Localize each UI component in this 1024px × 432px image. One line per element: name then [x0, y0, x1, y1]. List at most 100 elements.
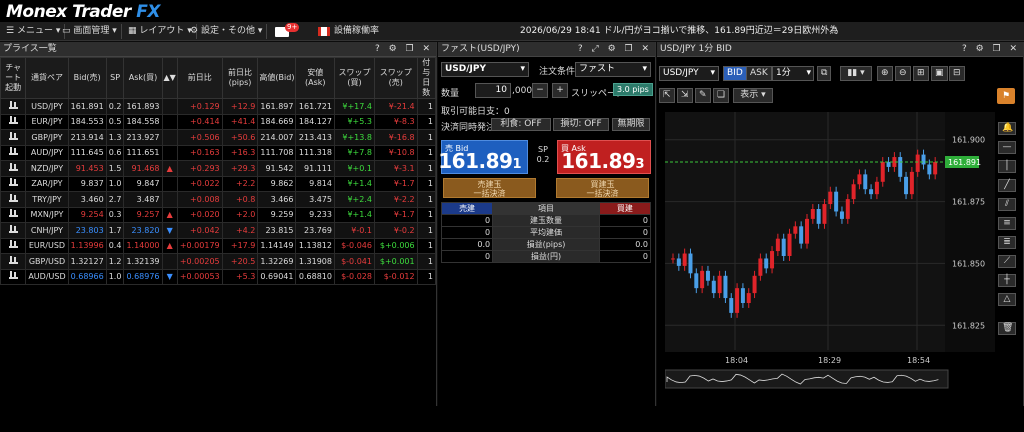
- column-header[interactable]: 付与日数: [416, 57, 437, 99]
- bid-toggle[interactable]: BID: [723, 66, 747, 81]
- price-row[interactable]: USD/JPY 161.891 0.2 161.893 +0.129 +12.9 161.8…: [0, 98, 437, 115]
- trendline-icon[interactable]: ╱: [998, 179, 1016, 192]
- price-row[interactable]: MXN/JPY 9.254 0.3 9.257 ▲ +0.020 +2.0 9.259 9.23…: [0, 206, 437, 223]
- copy-icon[interactable]: ❏: [713, 88, 730, 103]
- column-header[interactable]: 高値(Bid): [257, 57, 297, 99]
- fullscreen-icon[interactable]: ▣: [931, 66, 948, 81]
- chart-launch-icon[interactable]: [0, 113, 27, 130]
- fib-icon[interactable]: ≡: [998, 217, 1016, 230]
- column-header[interactable]: Bid(売): [67, 57, 107, 99]
- pattern-icon[interactable]: ⟋: [998, 255, 1016, 268]
- column-header[interactable]: 前日比(pips): [221, 57, 259, 99]
- interval-select[interactable]: 1分 ▾: [772, 66, 814, 81]
- ask-cell[interactable]: 161.893: [123, 98, 163, 115]
- order-cond-select[interactable]: ファスト ▾: [575, 62, 651, 77]
- bid-cell[interactable]: 9.837: [67, 175, 107, 192]
- chart-launch-icon[interactable]: [0, 253, 27, 270]
- column-header[interactable]: Ask(買): [123, 57, 163, 99]
- split-icon[interactable]: ⊟: [949, 66, 965, 81]
- candlestick-chart[interactable]: 161.900 161.875 161.850 161.825 18:04 18:29 18…: [665, 112, 1010, 412]
- chart-launch-icon[interactable]: [0, 237, 27, 254]
- column-header[interactable]: チャート起動: [0, 57, 27, 99]
- qty-input[interactable]: 10: [475, 83, 511, 98]
- chart-launch-icon[interactable]: [0, 191, 27, 208]
- stop-loss-button[interactable]: 損切: OFF: [553, 118, 609, 131]
- mail-button[interactable]: 9+: [272, 23, 300, 40]
- column-header[interactable]: 安値(Ask): [295, 57, 335, 99]
- ask-cell[interactable]: 184.558: [123, 113, 163, 130]
- hline-icon[interactable]: —: [998, 141, 1016, 154]
- edit-icon[interactable]: ✎: [695, 88, 711, 103]
- qty-minus-button[interactable]: −: [532, 83, 548, 98]
- unlimited-button[interactable]: 無期限: [612, 118, 650, 131]
- price-row[interactable]: TRY/JPY 3.460 2.7 3.487 +0.008 +0.8 3.466 3.475…: [0, 191, 437, 208]
- settings-button[interactable]: ⚙ 設定・その他 ▾: [186, 24, 268, 39]
- column-header[interactable]: スワップ(売): [373, 57, 418, 99]
- levels-icon[interactable]: ≣: [998, 236, 1016, 249]
- chart-launch-icon[interactable]: [0, 160, 27, 177]
- price-row[interactable]: GBP/JPY 213.914 1.3 213.927 +0.506 +50.6 214.0…: [0, 129, 437, 146]
- ask-cell[interactable]: 0.68976: [123, 268, 163, 285]
- news-ticker[interactable]: 2026/06/29 18:41 ドル/円がヨコ揃いで推移、161.89円近辺＝…: [520, 24, 838, 39]
- buy-ask-button[interactable]: 買 Ask 161.893: [557, 140, 651, 174]
- ask-cell[interactable]: 23.820: [123, 222, 163, 239]
- price-row[interactable]: CNH/JPY 23.803 1.7 23.820 ▼ +0.042 +4.2 23.815 2…: [0, 222, 437, 239]
- menu-button[interactable]: ☰ メニュー ▾: [2, 24, 66, 39]
- ask-cell[interactable]: 213.927: [123, 129, 163, 146]
- column-header[interactable]: 通貨ペア: [25, 57, 69, 99]
- chart-launch-icon[interactable]: [0, 98, 27, 115]
- buy-settle-all-button[interactable]: 買建玉 一括決済: [556, 178, 649, 198]
- chart-launch-icon[interactable]: [0, 222, 27, 239]
- panel-controls[interactable]: ? ⚙ ❐ ✕: [375, 42, 433, 57]
- vline-icon[interactable]: │: [998, 160, 1016, 173]
- slippage-value[interactable]: 3.0 pips: [613, 83, 653, 96]
- bid-cell[interactable]: 0.68966: [67, 268, 107, 285]
- ask-cell[interactable]: 9.847: [123, 175, 163, 192]
- pair-select[interactable]: USD/JPY ▾: [441, 62, 529, 77]
- sell-settle-all-button[interactable]: 売建玉 一括決済: [443, 178, 536, 198]
- zoom-in-icon[interactable]: ⊕: [877, 66, 893, 81]
- layout-grid-icon[interactable]: ⊞: [913, 66, 929, 81]
- crosshair-icon[interactable]: ┼: [998, 274, 1016, 287]
- column-header[interactable]: 前日比: [176, 57, 223, 99]
- bid-cell[interactable]: 91.453: [67, 160, 107, 177]
- panel-controls[interactable]: ? ⚙ ❐ ✕: [962, 42, 1020, 57]
- signal-icon[interactable]: ⚑: [997, 88, 1015, 104]
- take-profit-button[interactable]: 利食: OFF: [491, 118, 551, 131]
- shape-icon[interactable]: △: [998, 293, 1016, 306]
- ask-cell[interactable]: 111.651: [123, 144, 163, 161]
- bid-cell[interactable]: 111.645: [67, 144, 107, 161]
- price-row[interactable]: ZAR/JPY 9.837 1.0 9.847 +0.022 +2.2 9.862 9.814…: [0, 175, 437, 192]
- chart-type-select[interactable]: ▮▮ ▾: [840, 66, 872, 81]
- price-row[interactable]: EUR/JPY 184.553 0.5 184.558 +0.414 +41.4 184.6…: [0, 113, 437, 130]
- bid-cell[interactable]: 9.254: [67, 206, 107, 223]
- chart-launch-icon[interactable]: [0, 206, 27, 223]
- zoom-out-icon[interactable]: ⊖: [895, 66, 911, 81]
- channel-icon[interactable]: ⫽: [998, 198, 1016, 211]
- ask-cell[interactable]: 9.257: [123, 206, 163, 223]
- column-header[interactable]: ▲▼: [161, 57, 178, 99]
- link-icon[interactable]: ⧉: [817, 66, 832, 81]
- import-icon[interactable]: ⇲: [677, 88, 693, 103]
- price-row[interactable]: EUR/USD 1.13996 0.4 1.14000 ▲ +0.00179 +17.9 1.…: [0, 237, 437, 254]
- column-header[interactable]: スワップ(買): [333, 57, 375, 99]
- bid-cell[interactable]: 1.32127: [67, 253, 107, 270]
- bid-cell[interactable]: 3.460: [67, 191, 107, 208]
- column-header[interactable]: SP: [105, 57, 125, 99]
- qty-plus-button[interactable]: +: [552, 83, 568, 98]
- display-select[interactable]: 表示 ▾: [733, 88, 773, 103]
- bid-cell[interactable]: 184.553: [67, 113, 107, 130]
- bid-cell[interactable]: 213.914: [67, 129, 107, 146]
- chart-launch-icon[interactable]: [0, 129, 27, 146]
- capacity-link[interactable]: 設備稼働率: [334, 24, 379, 39]
- screen-manage-button[interactable]: ▭ 画面管理 ▾: [58, 24, 122, 39]
- price-row[interactable]: AUD/USD 0.68966 1.0 0.68976 ▼ +0.00053 +5.3 0.6…: [0, 268, 437, 285]
- ask-cell[interactable]: 1.32139: [123, 253, 163, 270]
- alarm-icon[interactable]: 🔔: [998, 122, 1016, 135]
- chart-launch-icon[interactable]: [0, 268, 27, 285]
- ask-cell[interactable]: 91.468: [123, 160, 163, 177]
- bid-cell[interactable]: 1.13996: [67, 237, 107, 254]
- chart-launch-icon[interactable]: [0, 144, 27, 161]
- ask-cell[interactable]: 3.487: [123, 191, 163, 208]
- price-row[interactable]: GBP/USD 1.32127 1.2 1.32139 +0.00205 +20.5 1.3…: [0, 253, 437, 270]
